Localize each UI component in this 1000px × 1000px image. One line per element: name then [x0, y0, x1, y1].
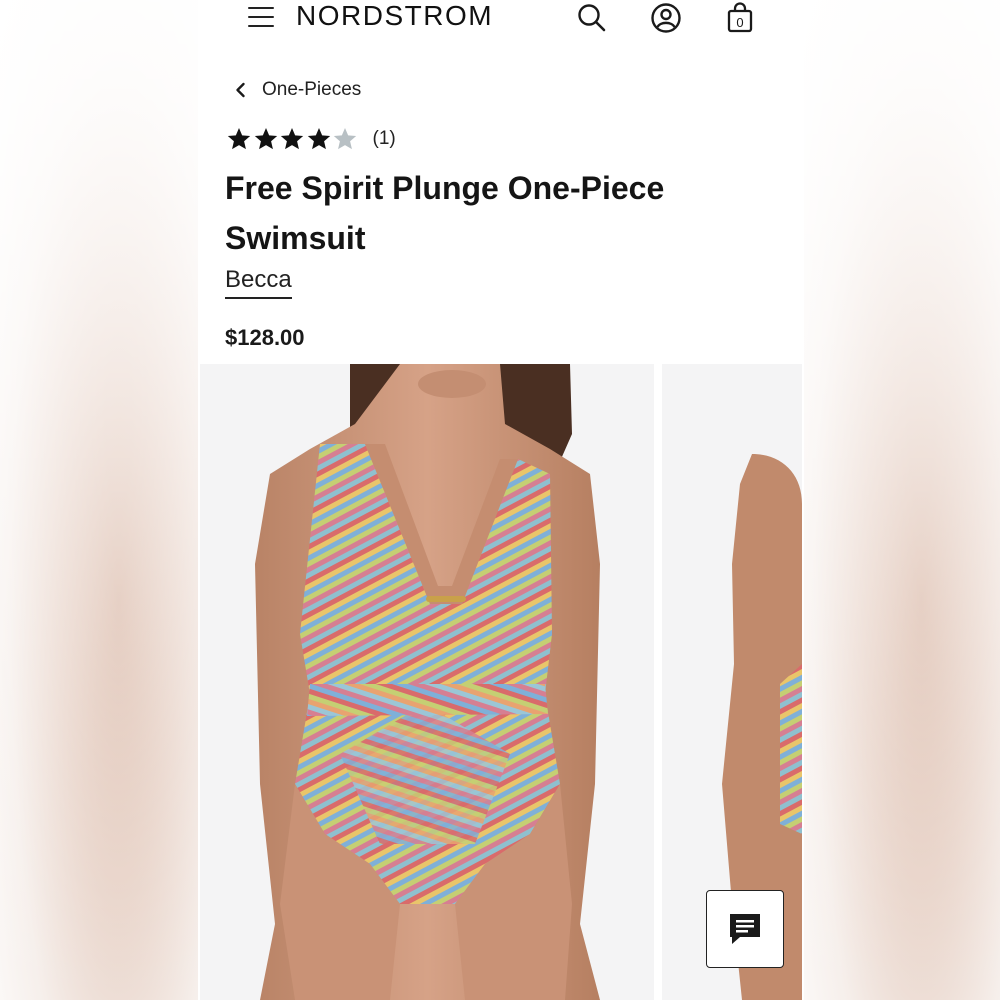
menu-icon[interactable]: [248, 7, 274, 28]
product-image-front[interactable]: [200, 364, 654, 1000]
bag-count: 0: [736, 15, 743, 30]
product-photo-front: [255, 364, 600, 1000]
account-icon[interactable]: [650, 2, 682, 34]
product-title: Free Spirit Plunge One-Piece Swimsuit: [225, 170, 665, 256]
star-filled-icon: [254, 127, 277, 150]
breadcrumb[interactable]: One-Pieces: [232, 78, 361, 102]
shopping-bag-button[interactable]: 0: [724, 2, 756, 34]
review-count[interactable]: (1): [373, 128, 396, 150]
chat-icon: [730, 914, 760, 944]
star-empty-icon: [333, 127, 357, 150]
product-page: NORDSTROM 0 One-Pieces (1) Free Spirit P…: [200, 0, 802, 1000]
chat-button[interactable]: [706, 890, 784, 968]
star-filled-icon: [307, 127, 330, 150]
background-blur-left: [0, 0, 198, 1000]
nordstrom-logo[interactable]: NORDSTROM: [296, 0, 493, 32]
product-price: $128.00: [225, 325, 305, 350]
breadcrumb-label: One-Pieces: [262, 79, 362, 100]
chevron-left-icon: [236, 82, 245, 98]
brand-link[interactable]: Becca: [225, 266, 292, 299]
shopping-bag-icon: 0: [727, 2, 753, 33]
rating[interactable]: (1): [226, 126, 396, 152]
star-filled-icon: [280, 127, 304, 150]
site-header: NORDSTROM 0: [200, 0, 802, 34]
star-filled-icon: [227, 127, 251, 150]
rating-stars: [226, 126, 359, 152]
background-blur-right: [804, 0, 1000, 1000]
search-icon[interactable]: [576, 2, 608, 34]
